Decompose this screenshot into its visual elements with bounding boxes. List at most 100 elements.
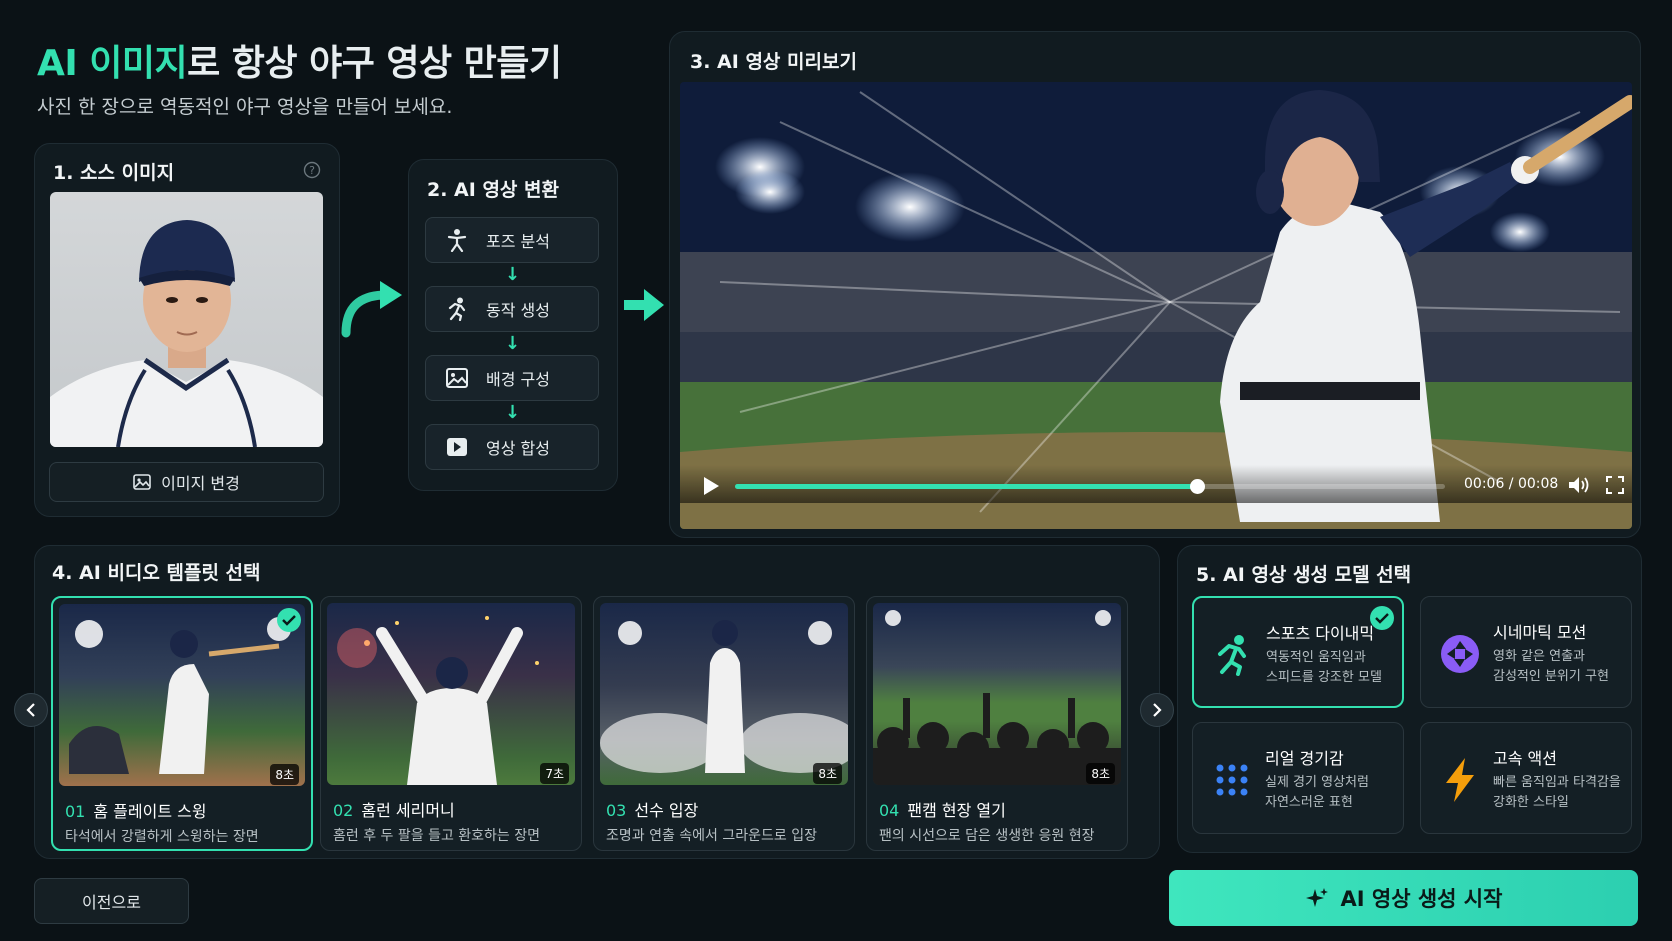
page-title-accent: AI 이미지 — [37, 43, 188, 84]
duration-badge: 8초 — [270, 764, 299, 785]
template-panel: 4. AI 비디오 템플릿 선택 8초 01 홈 플레이트 스윙 타석에서 강렬하… — [34, 545, 1160, 859]
model-name: 리얼 경기감 — [1265, 749, 1344, 768]
model-panel: 5. AI 영상 생성 모델 선택 스포츠 다이내믹 역동적인 움직임과스피드를… — [1177, 545, 1642, 853]
model-title: 5. AI 영상 생성 모델 선택 — [1196, 564, 1412, 586]
time-readout: 00:06 / 00:08 — [1464, 476, 1559, 492]
model-desc-line: 감성적인 분위기 구현 — [1493, 669, 1609, 684]
duration-badge: 7초 — [540, 763, 569, 784]
template-thumbnail — [327, 603, 575, 785]
template-card-3[interactable]: 8초 03 선수 입장 조명과 연출 속에서 그라운드로 입장 — [593, 596, 855, 851]
chevron-left-icon — [26, 703, 35, 717]
carousel-next-button[interactable] — [1140, 693, 1174, 727]
model-desc-line: 스피드를 강조한 모델 — [1266, 670, 1382, 685]
source-image-panel: 1. 소스 이미지 ? 이미지 변경 — [34, 143, 340, 517]
video-player[interactable] — [680, 82, 1632, 529]
sparkle-icon — [1305, 888, 1328, 907]
template-number: 04 — [879, 801, 900, 820]
pose-icon — [447, 229, 467, 252]
model-name: 고속 액션 — [1493, 749, 1557, 768]
model-card-sports-dynamic[interactable]: 스포츠 다이내믹 역동적인 움직임과스피드를 강조한 모델 — [1192, 596, 1404, 708]
template-name: 팬캠 현장 열기 — [907, 801, 1006, 820]
running-icon — [1212, 634, 1254, 676]
step-label: 영상 합성 — [486, 439, 550, 458]
flow-arrow-icon — [624, 289, 664, 321]
template-thumbnail — [600, 603, 848, 785]
start-generation-label: AI 영상 생성 시작 — [1340, 887, 1503, 911]
template-card-title: 01 홈 플레이트 스윙 — [65, 798, 207, 822]
model-desc: 실제 경기 영상처럼자연스러운 표현 — [1265, 773, 1405, 813]
template-card-desc: 조명과 연출 속에서 그라운드로 입장 — [606, 828, 817, 844]
template-number: 02 — [333, 801, 354, 820]
template-name: 선수 입장 — [634, 801, 699, 820]
progress-handle[interactable] — [1189, 479, 1205, 494]
duration-badge: 8초 — [1086, 763, 1115, 784]
image-icon — [446, 368, 468, 388]
back-button-label: 이전으로 — [82, 893, 141, 912]
model-desc: 영화 같은 연출과감성적인 분위기 구현 — [1493, 647, 1633, 687]
model-desc-line: 자연스러운 표현 — [1265, 795, 1353, 810]
aperture-icon — [1439, 633, 1481, 675]
change-image-label: 이미지 변경 — [161, 474, 240, 493]
selected-check-icon — [277, 608, 301, 632]
source-photo — [50, 192, 323, 447]
start-generation-button[interactable]: AI 영상 생성 시작 — [1169, 870, 1638, 926]
lightning-icon — [1439, 758, 1481, 802]
template-card-desc: 타석에서 강렬하게 스윙하는 장면 — [65, 829, 259, 845]
model-card-high-speed-action[interactable]: 고속 액션 빠른 움직임과 타격감을강화한 스타일 — [1420, 722, 1632, 834]
step-motion-generation: 동작 생성 — [425, 286, 599, 332]
down-arrow-icon: ↓ — [505, 402, 521, 423]
template-title: 4. AI 비디오 템플릿 선택 — [52, 562, 261, 584]
ai-convert-title: 2. AI 영상 변환 — [427, 179, 559, 201]
dots-grid-icon — [1211, 759, 1253, 801]
template-name: 홈 플레이트 스윙 — [93, 802, 207, 821]
template-card-title: 02 홈런 세리머니 — [333, 797, 455, 821]
running-icon — [448, 297, 466, 321]
chevron-right-icon — [1153, 703, 1162, 717]
model-name: 스포츠 다이내믹 — [1266, 624, 1375, 643]
model-card-real-match[interactable]: 리얼 경기감 실제 경기 영상처럼자연스러운 표현 — [1192, 722, 1404, 834]
volume-icon[interactable] — [1568, 475, 1590, 495]
model-desc-line: 실제 경기 영상처럼 — [1265, 775, 1369, 790]
step-label: 배경 구성 — [486, 370, 550, 389]
page-title: AI 이미지로 항상 야구 영상 만들기 — [37, 34, 562, 86]
model-desc-line: 빠른 움직임과 타격감을 — [1493, 775, 1621, 790]
model-desc-line: 강화한 스타일 — [1493, 795, 1569, 810]
page-title-rest: 로 항상 야구 영상 만들기 — [187, 43, 562, 84]
template-card-4[interactable]: 8초 04 팬캠 현장 열기 팬의 시선으로 담은 생생한 응원 현장 — [866, 596, 1128, 851]
step-pose-analysis: 포즈 분석 — [425, 217, 599, 263]
player-controls: 00:06 / 00:08 — [680, 465, 1632, 503]
play-icon — [447, 438, 467, 456]
change-image-button[interactable]: 이미지 변경 — [49, 462, 324, 502]
model-desc-line: 영화 같은 연출과 — [1493, 649, 1585, 664]
model-desc: 빠른 움직임과 타격감을강화한 스타일 — [1493, 773, 1633, 813]
step-label: 동작 생성 — [486, 301, 550, 320]
template-card-title: 04 팬캠 현장 열기 — [879, 797, 1006, 821]
flow-arrow-icon — [341, 281, 402, 338]
progress-fill — [735, 484, 1197, 489]
carousel-prev-button[interactable] — [14, 693, 48, 727]
source-image-title: 1. 소스 이미지 — [53, 162, 175, 184]
step-background-build: 배경 구성 — [425, 355, 599, 401]
template-card-2[interactable]: 7초 02 홈런 세리머니 홈런 후 두 팔을 들고 환호하는 장면 — [320, 596, 582, 851]
template-number: 03 — [606, 801, 627, 820]
template-card-desc: 홈런 후 두 팔을 들고 환호하는 장면 — [333, 828, 541, 844]
play-icon[interactable] — [702, 476, 720, 496]
back-button[interactable]: 이전으로 — [34, 878, 189, 924]
fullscreen-icon[interactable] — [1606, 476, 1624, 494]
model-desc-line: 역동적인 움직임과 — [1266, 650, 1366, 665]
down-arrow-icon: ↓ — [505, 264, 521, 285]
model-name: 시네마틱 모션 — [1493, 623, 1587, 642]
image-icon — [133, 474, 151, 490]
model-card-cinematic-motion[interactable]: 시네마틱 모션 영화 같은 연출과감성적인 분위기 구현 — [1420, 596, 1632, 708]
template-name: 홈런 세리머니 — [361, 801, 455, 820]
svg-text:?: ? — [309, 164, 315, 177]
video-preview-panel: 3. AI 영상 미리보기 00:06 / 00:08 — [669, 31, 1641, 538]
step-label: 포즈 분석 — [486, 232, 550, 251]
template-card-1[interactable]: 8초 01 홈 플레이트 스윙 타석에서 강렬하게 스윙하는 장면 — [51, 596, 313, 851]
template-thumbnail — [873, 603, 1121, 785]
selected-check-icon — [1370, 606, 1394, 630]
template-card-title: 03 선수 입장 — [606, 797, 698, 821]
duration-badge: 8초 — [813, 763, 842, 784]
template-number: 01 — [65, 802, 86, 821]
help-icon[interactable]: ? — [303, 161, 321, 179]
